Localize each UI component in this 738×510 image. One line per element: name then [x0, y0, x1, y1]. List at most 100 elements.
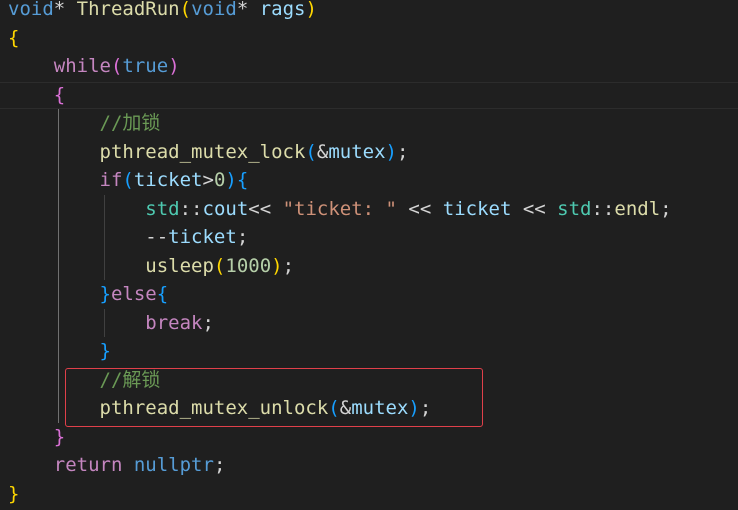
code-line[interactable]: }else{ — [8, 280, 738, 309]
code-line[interactable]: } — [8, 423, 738, 452]
code-token: while — [53, 55, 111, 77]
code-line[interactable]: //解锁 — [8, 366, 738, 395]
code-token: { — [236, 169, 249, 191]
code-token: 0 — [213, 169, 226, 191]
code-token: * — [236, 0, 260, 20]
code-token: ( — [179, 0, 192, 20]
code-token: ( — [110, 55, 123, 77]
code-token: ; — [660, 197, 672, 220]
code-token: mutex — [328, 140, 386, 163]
code-line[interactable]: while(true) — [8, 52, 738, 81]
code-token: ; — [213, 454, 226, 476]
code-token: std — [557, 197, 592, 220]
code-line[interactable]: pthread_mutex_unlock(&mutex); — [8, 394, 738, 423]
code-line[interactable]: } — [8, 480, 738, 509]
code-token: //加锁 — [99, 112, 161, 134]
code-token: mutex — [351, 397, 409, 419]
code-line[interactable]: void* ThreadRun(void* rags) — [8, 0, 738, 24]
code-token: ticket — [442, 197, 512, 220]
code-token: ) — [408, 397, 420, 419]
code-line[interactable]: std::cout<< "ticket: " << ticket << std:… — [8, 195, 738, 224]
code-token: ) — [385, 140, 397, 163]
code-editor[interactable]: void* ThreadRun(void* rags){ while(true)… — [0, 0, 738, 510]
code-token: ticket — [168, 226, 237, 248]
code-token: & — [316, 140, 329, 163]
code-token: ) — [305, 0, 317, 20]
code-token: //解锁 — [99, 368, 161, 391]
code-token: ) — [271, 254, 283, 277]
code-token: ; — [202, 311, 214, 334]
code-token: return — [53, 454, 123, 476]
code-token: else — [110, 283, 157, 305]
code-token: cout — [202, 197, 249, 220]
code-token: } — [8, 482, 20, 505]
code-token: -- — [145, 226, 169, 248]
code-token: << — [511, 197, 558, 220]
code-line[interactable]: pthread_mutex_lock(&mutex); — [8, 138, 738, 167]
code-token: rags — [259, 0, 306, 20]
code-token: ThreadRun — [76, 0, 180, 20]
code-token: ( — [305, 140, 317, 163]
code-token: :: — [591, 197, 615, 220]
code-token: endl — [614, 197, 661, 220]
code-token: std — [145, 197, 180, 220]
code-token: ( — [328, 397, 340, 419]
code-token: } — [99, 340, 111, 362]
code-token: :: — [179, 197, 203, 220]
code-token: if — [99, 169, 123, 191]
code-token: ; — [236, 226, 249, 248]
code-token: & — [339, 397, 352, 419]
code-token: } — [99, 283, 111, 305]
code-line[interactable]: { — [8, 24, 738, 53]
code-line[interactable]: if(ticket>0){ — [8, 166, 738, 195]
code-token: void — [8, 0, 54, 20]
code-token: { — [8, 26, 20, 49]
code-token: 1000 — [225, 254, 272, 277]
code-token: ; — [282, 254, 295, 277]
code-line[interactable]: break; — [8, 309, 738, 338]
code-line[interactable]: { — [8, 81, 738, 110]
code-line[interactable]: } — [8, 337, 738, 366]
code-token: pthread_mutex_unlock — [99, 397, 329, 419]
code-token: usleep — [145, 254, 214, 277]
code-token: * — [53, 0, 77, 20]
code-line[interactable]: //加锁 — [8, 109, 738, 138]
code-token: ; — [396, 140, 409, 163]
code-token: void — [191, 0, 237, 20]
code-token: ticket — [133, 169, 203, 191]
code-token: { — [53, 83, 66, 106]
code-token: } — [53, 425, 66, 448]
code-token: ; — [419, 397, 432, 419]
code-token: ( — [122, 169, 134, 191]
code-line[interactable]: usleep(1000); — [8, 252, 738, 281]
code-token: ) — [225, 169, 237, 191]
code-token: true — [122, 55, 169, 77]
code-token: << — [248, 197, 283, 220]
code-line[interactable]: return nullptr; — [8, 451, 738, 480]
code-token: break — [145, 311, 203, 334]
code-token: > — [202, 169, 214, 191]
code-token: "ticket: " — [282, 197, 397, 220]
code-token: ) — [168, 55, 180, 77]
code-line[interactable]: --ticket; — [8, 223, 738, 252]
code-token: pthread_mutex_lock — [99, 140, 306, 163]
code-token: { — [156, 283, 169, 305]
code-token: ( — [213, 254, 226, 277]
code-token: nullptr — [133, 454, 214, 476]
code-token: << — [396, 197, 443, 220]
